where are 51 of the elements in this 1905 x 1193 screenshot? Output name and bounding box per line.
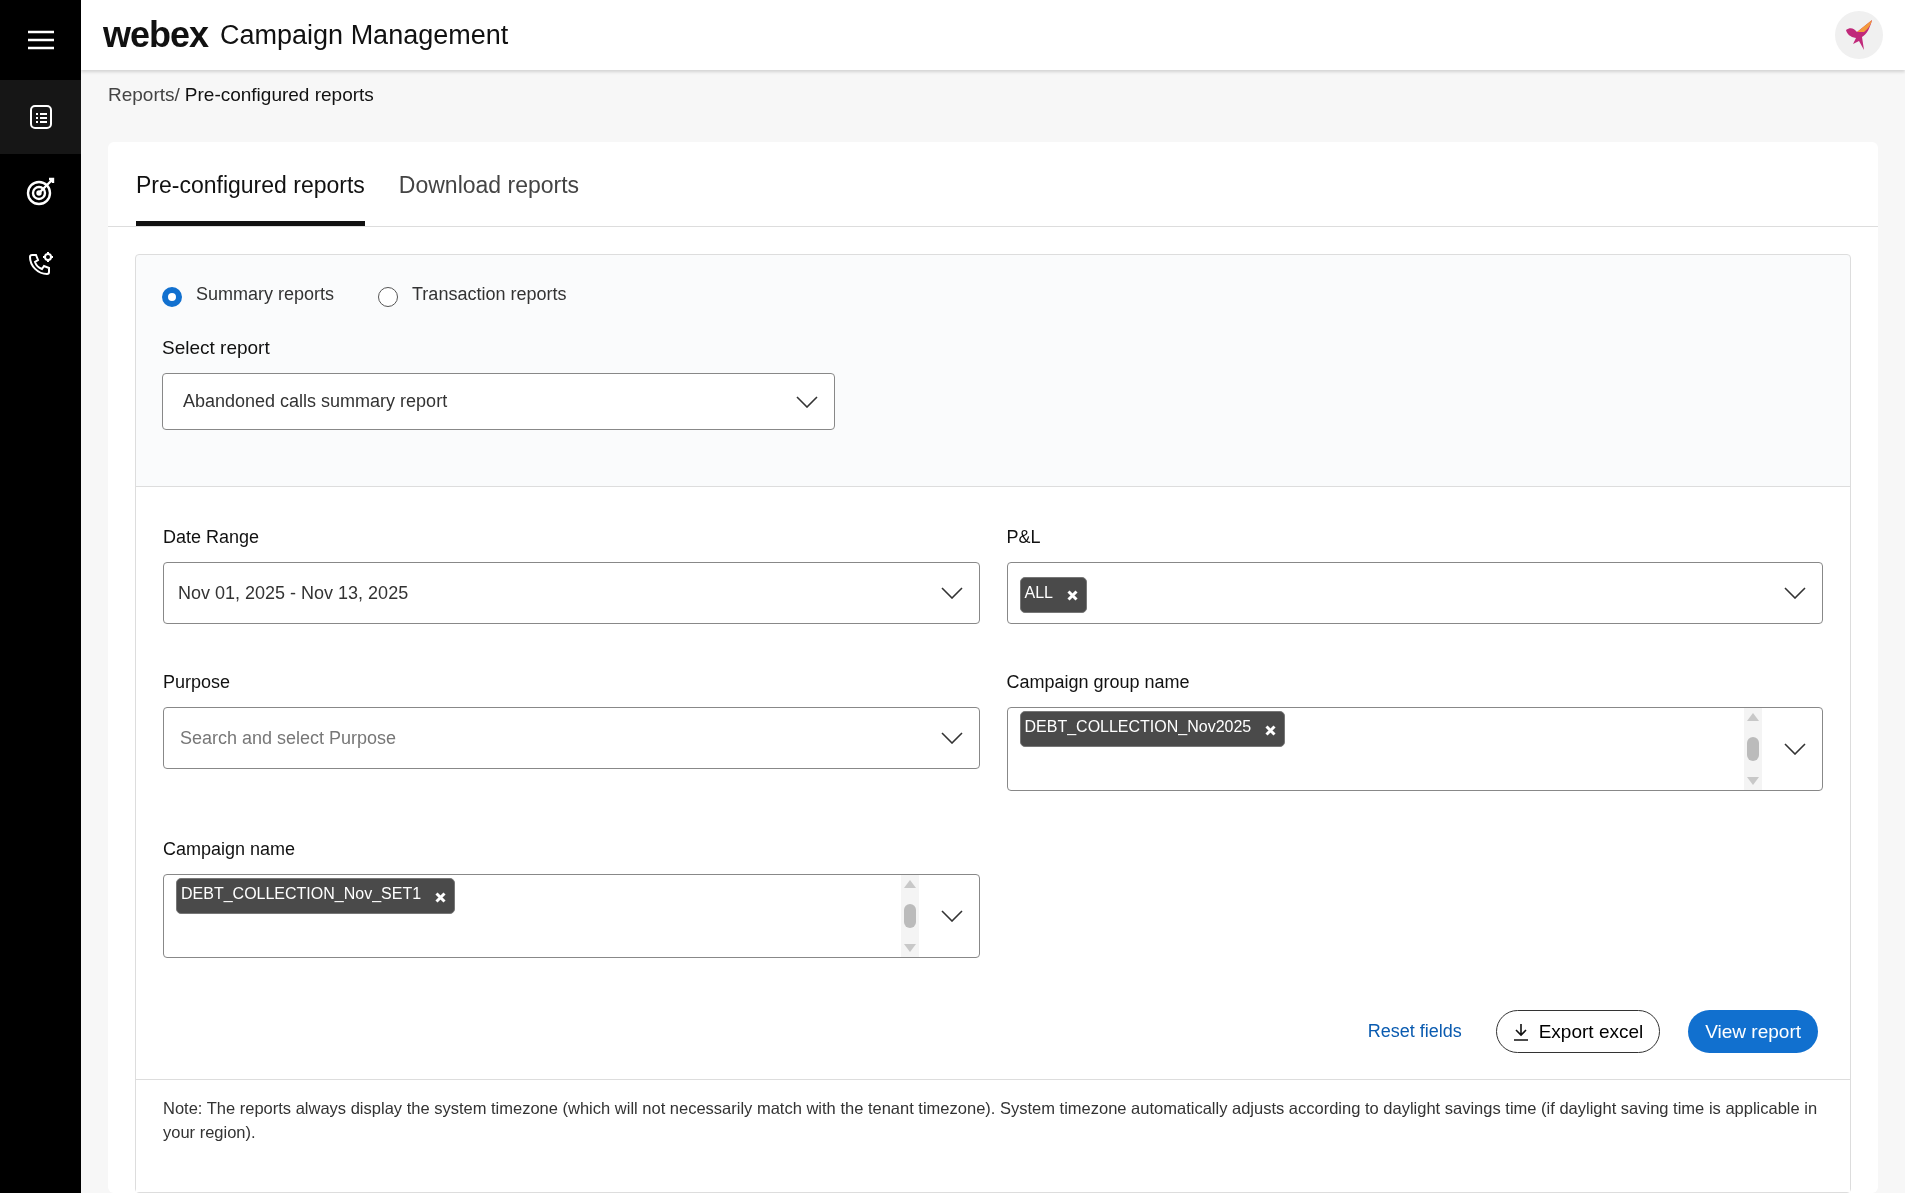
reset-fields-link[interactable]: Reset fields [1361, 1020, 1468, 1043]
field-label: Campaign name [163, 839, 297, 860]
menu-icon [27, 30, 54, 50]
multi-select-dropdown[interactable]: DEBT_COLLECTION_Nov2025 [1006, 707, 1823, 791]
selected-chip: ALL [1019, 576, 1087, 613]
scrollbar-thumb[interactable] [1747, 737, 1759, 761]
multi-select-dropdown[interactable]: ALL [1006, 562, 1823, 624]
remove-chip-button[interactable] [1066, 590, 1078, 601]
tab[interactable]: Pre-configured reports [136, 142, 365, 226]
sidebar-item[interactable] [0, 80, 81, 154]
field-label: P&L [1006, 527, 1042, 548]
tab[interactable]: Download reports [398, 142, 580, 226]
brand-logo: webex [103, 14, 209, 56]
target-arrow-icon [24, 175, 57, 207]
report-list-icon [28, 104, 53, 130]
field-label: Campaign group name [1006, 672, 1191, 693]
radio-button[interactable] [378, 287, 399, 307]
close-icon [1265, 724, 1277, 736]
scrollbar-thumb[interactable] [903, 904, 916, 928]
multi-select-dropdown[interactable]: DEBT_COLLECTION_Nov_SET1 [163, 874, 980, 958]
field-label: Date Range [163, 527, 261, 548]
field-label: Select report [162, 337, 271, 359]
radio-label: Transaction reports [412, 283, 567, 305]
chevron-down-icon [1784, 587, 1806, 599]
chevron-down-icon [940, 910, 963, 922]
report-dropdown[interactable]: Abandoned calls summary report [162, 373, 835, 430]
export-excel-button[interactable]: Export excel [1495, 1010, 1661, 1053]
field-label: Purpose [163, 672, 232, 693]
chevron-down-icon [940, 732, 963, 744]
selected-chip: DEBT_COLLECTION_Nov_SET1 [176, 878, 456, 914]
breadcrumb-current: Pre-configured reports [184, 84, 374, 106]
scrollbar[interactable] [900, 875, 919, 957]
download-icon [1512, 1022, 1529, 1041]
close-icon [1066, 590, 1078, 601]
chevron-down-icon [1784, 743, 1806, 755]
scrollbar[interactable] [1744, 708, 1762, 790]
breadcrumb-link[interactable]: Reports/ [108, 84, 180, 106]
view-report-button[interactable]: View report [1688, 1010, 1818, 1053]
radio-button[interactable] [162, 287, 182, 307]
timezone-note: Note: The reports always display the system timezone (which will not necessarily match with the tenant timezone). System timezone automatically adjusts according to daylight savings time (if daylight saving time is applicable in your region). [136, 1080, 1850, 1192]
chevron-down-icon [796, 395, 818, 408]
chevron-down-icon [940, 587, 963, 599]
avatar[interactable] [1835, 11, 1883, 59]
remove-chip-button[interactable] [435, 891, 447, 903]
radio-label: Summary reports [196, 283, 335, 305]
app-title: Campaign Management [220, 19, 510, 51]
purpose-dropdown[interactable]: Search and select Purpose [163, 707, 980, 769]
date-range-dropdown[interactable]: Nov 01, 2025 - Nov 13, 2025 [163, 562, 980, 624]
remove-chip-button[interactable] [1265, 724, 1277, 736]
selected-chip: DEBT_COLLECTION_Nov2025 [1019, 711, 1286, 747]
close-icon [435, 891, 447, 903]
